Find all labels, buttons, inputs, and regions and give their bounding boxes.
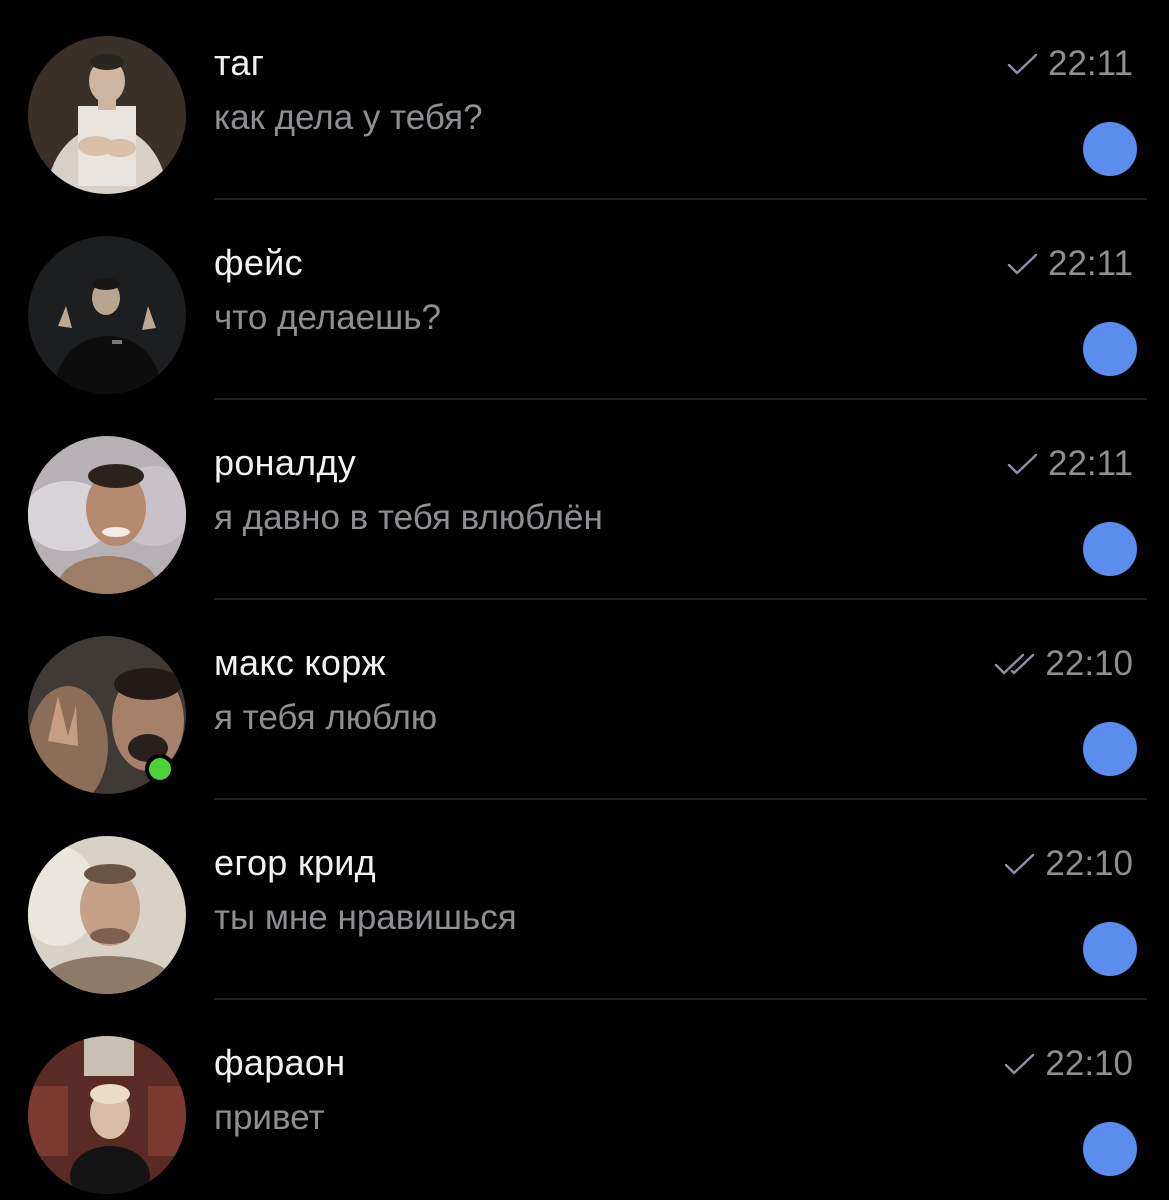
chat-name: егор крид bbox=[214, 842, 376, 883]
single-check-icon bbox=[1003, 852, 1037, 876]
chat-row[interactable]: роналду я давно в тебя влюблён 22:11 bbox=[0, 400, 1169, 600]
chat-row[interactable]: фейс что делаешь? 22:11 bbox=[0, 200, 1169, 400]
chat-message-preview: я тебя люблю bbox=[214, 698, 438, 737]
chat-name: фараон bbox=[214, 1042, 346, 1083]
chat-meta: 22:10 bbox=[993, 644, 1133, 684]
double-check-icon bbox=[993, 652, 1037, 676]
chat-time: 22:11 bbox=[1048, 444, 1133, 483]
chat-row[interactable]: таг как дела у тебя? 22:11 bbox=[0, 0, 1169, 200]
chat-time: 22:10 bbox=[1045, 1044, 1133, 1083]
chat-time: 22:11 bbox=[1048, 244, 1133, 283]
unread-indicator bbox=[1083, 922, 1137, 976]
chat-name: макс корж bbox=[214, 642, 386, 683]
chat-name: таг bbox=[214, 42, 265, 83]
unread-indicator bbox=[1083, 322, 1137, 376]
chat-time: 22:10 bbox=[1045, 844, 1133, 883]
avatar[interactable] bbox=[28, 436, 186, 594]
single-check-icon bbox=[1006, 52, 1040, 76]
chat-meta: 22:11 bbox=[1006, 244, 1133, 284]
chat-list: таг как дела у тебя? 22:11 фейс что дела… bbox=[0, 0, 1169, 1194]
single-check-icon bbox=[1003, 1052, 1037, 1076]
single-check-icon bbox=[1006, 452, 1040, 476]
chat-message-preview: ты мне нравишься bbox=[214, 898, 517, 937]
avatar[interactable] bbox=[28, 36, 186, 194]
online-status-indicator bbox=[145, 754, 175, 784]
chat-message-preview: привет bbox=[214, 1098, 325, 1137]
chat-message-preview: как дела у тебя? bbox=[214, 98, 483, 137]
chat-message-preview: что делаешь? bbox=[214, 298, 441, 337]
avatar[interactable] bbox=[28, 1036, 186, 1194]
unread-indicator bbox=[1083, 122, 1137, 176]
avatar[interactable] bbox=[28, 836, 186, 994]
unread-indicator bbox=[1083, 1122, 1137, 1176]
single-check-icon bbox=[1006, 252, 1040, 276]
chat-meta: 22:10 bbox=[1003, 844, 1133, 884]
chat-meta: 22:10 bbox=[1003, 1044, 1133, 1084]
chat-row[interactable]: егор крид ты мне нравишься 22:10 bbox=[0, 800, 1169, 1000]
chat-row[interactable]: макс корж я тебя люблю 22:10 bbox=[0, 600, 1169, 800]
chat-name: роналду bbox=[214, 442, 357, 483]
chat-meta: 22:11 bbox=[1006, 444, 1133, 484]
avatar[interactable] bbox=[28, 236, 186, 394]
chat-time: 22:11 bbox=[1048, 44, 1133, 83]
unread-indicator bbox=[1083, 722, 1137, 776]
unread-indicator bbox=[1083, 522, 1137, 576]
chat-row[interactable]: фараон привет 22:10 bbox=[0, 1000, 1169, 1200]
chat-time: 22:10 bbox=[1045, 644, 1133, 683]
chat-meta: 22:11 bbox=[1006, 44, 1133, 84]
chat-name: фейс bbox=[214, 242, 303, 283]
chat-message-preview: я давно в тебя влюблён bbox=[214, 498, 603, 537]
